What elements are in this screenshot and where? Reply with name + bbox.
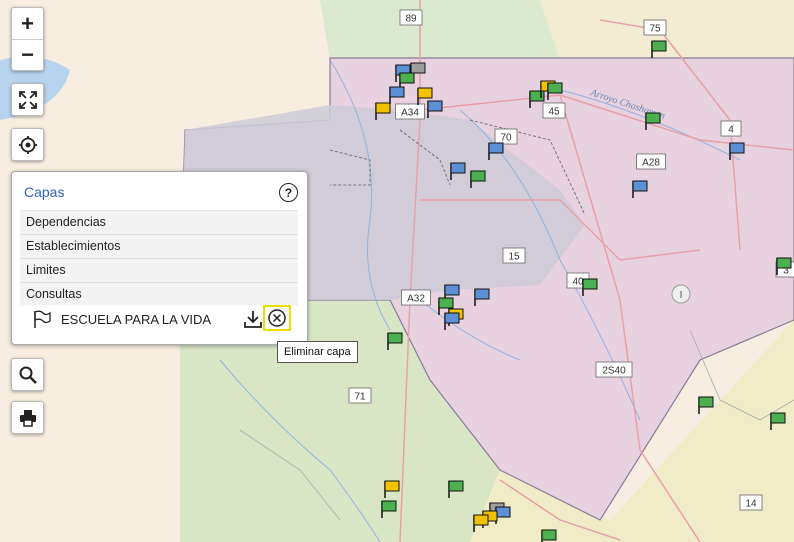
svg-text:4: 4 — [728, 125, 734, 136]
route-shield-A28: A28 — [636, 153, 666, 170]
svg-text:71: 71 — [354, 392, 366, 403]
school-flag-marker[interactable] — [541, 529, 557, 542]
svg-text:A34: A34 — [401, 108, 419, 119]
route-shield-15: 15 — [502, 247, 526, 264]
layers-panel-title[interactable]: Capas — [24, 184, 64, 200]
search-icon — [19, 366, 37, 384]
locate-button[interactable] — [11, 128, 44, 161]
svg-text:70: 70 — [500, 133, 512, 144]
svg-text:45: 45 — [548, 107, 560, 118]
zoom-out-button[interactable]: − — [12, 39, 43, 70]
route-shield-75: 75 — [643, 19, 667, 36]
route-shield-89: 89 — [399, 9, 423, 26]
help-icon[interactable]: ? — [279, 183, 298, 202]
flag-icon — [34, 310, 51, 328]
route-shield-A34: A34 — [395, 103, 425, 120]
route-shield-14: 14 — [739, 494, 763, 511]
crosshair-icon — [18, 135, 37, 154]
search-button[interactable] — [11, 358, 44, 391]
layer-item-limites[interactable]: Limites — [20, 258, 298, 282]
route-shield-A32: A32 — [401, 289, 431, 306]
remove-layer-tooltip: Eliminar capa — [277, 341, 358, 363]
zoom-in-button[interactable]: + — [12, 8, 43, 39]
layer-list: Dependencias Establecimientos Limites Co… — [20, 210, 298, 306]
svg-text:A32: A32 — [407, 294, 425, 305]
locality-marker-label: I — [680, 290, 683, 301]
svg-text:2S40: 2S40 — [602, 366, 626, 377]
fullscreen-button[interactable] — [11, 83, 44, 116]
print-icon — [19, 409, 36, 427]
svg-text:75: 75 — [649, 24, 661, 35]
svg-text:89: 89 — [405, 14, 417, 25]
remove-layer-button[interactable] — [263, 305, 291, 331]
close-circle-icon — [268, 309, 286, 327]
region-north — [320, 0, 560, 60]
layer-item-establecimientos[interactable]: Establecimientos — [20, 234, 298, 258]
route-shield-71: 71 — [348, 387, 372, 404]
query-layer-label: ESCUELA PARA LA VIDA — [61, 311, 212, 327]
layer-item-dependencias[interactable]: Dependencias — [20, 210, 298, 234]
route-shield-70: 70 — [494, 128, 518, 145]
expand-icon — [18, 90, 37, 109]
svg-text:A28: A28 — [642, 158, 660, 169]
layers-panel: Capas ? Dependencias Establecimientos Li… — [11, 171, 308, 345]
route-shield-2S40: 2S40 — [595, 361, 633, 378]
print-button[interactable] — [11, 401, 44, 434]
route-shield-4: 4 — [720, 120, 742, 137]
layer-item-consultas[interactable]: Consultas — [20, 282, 298, 306]
download-icon[interactable] — [243, 309, 263, 329]
svg-text:14: 14 — [745, 499, 757, 510]
svg-text:15: 15 — [508, 252, 520, 263]
route-shield-45: 45 — [542, 102, 566, 119]
zoom-control: + − — [11, 7, 44, 71]
region-northeast — [540, 0, 794, 60]
query-layer-row: ESCUELA PARA LA VIDA — [24, 305, 294, 333]
